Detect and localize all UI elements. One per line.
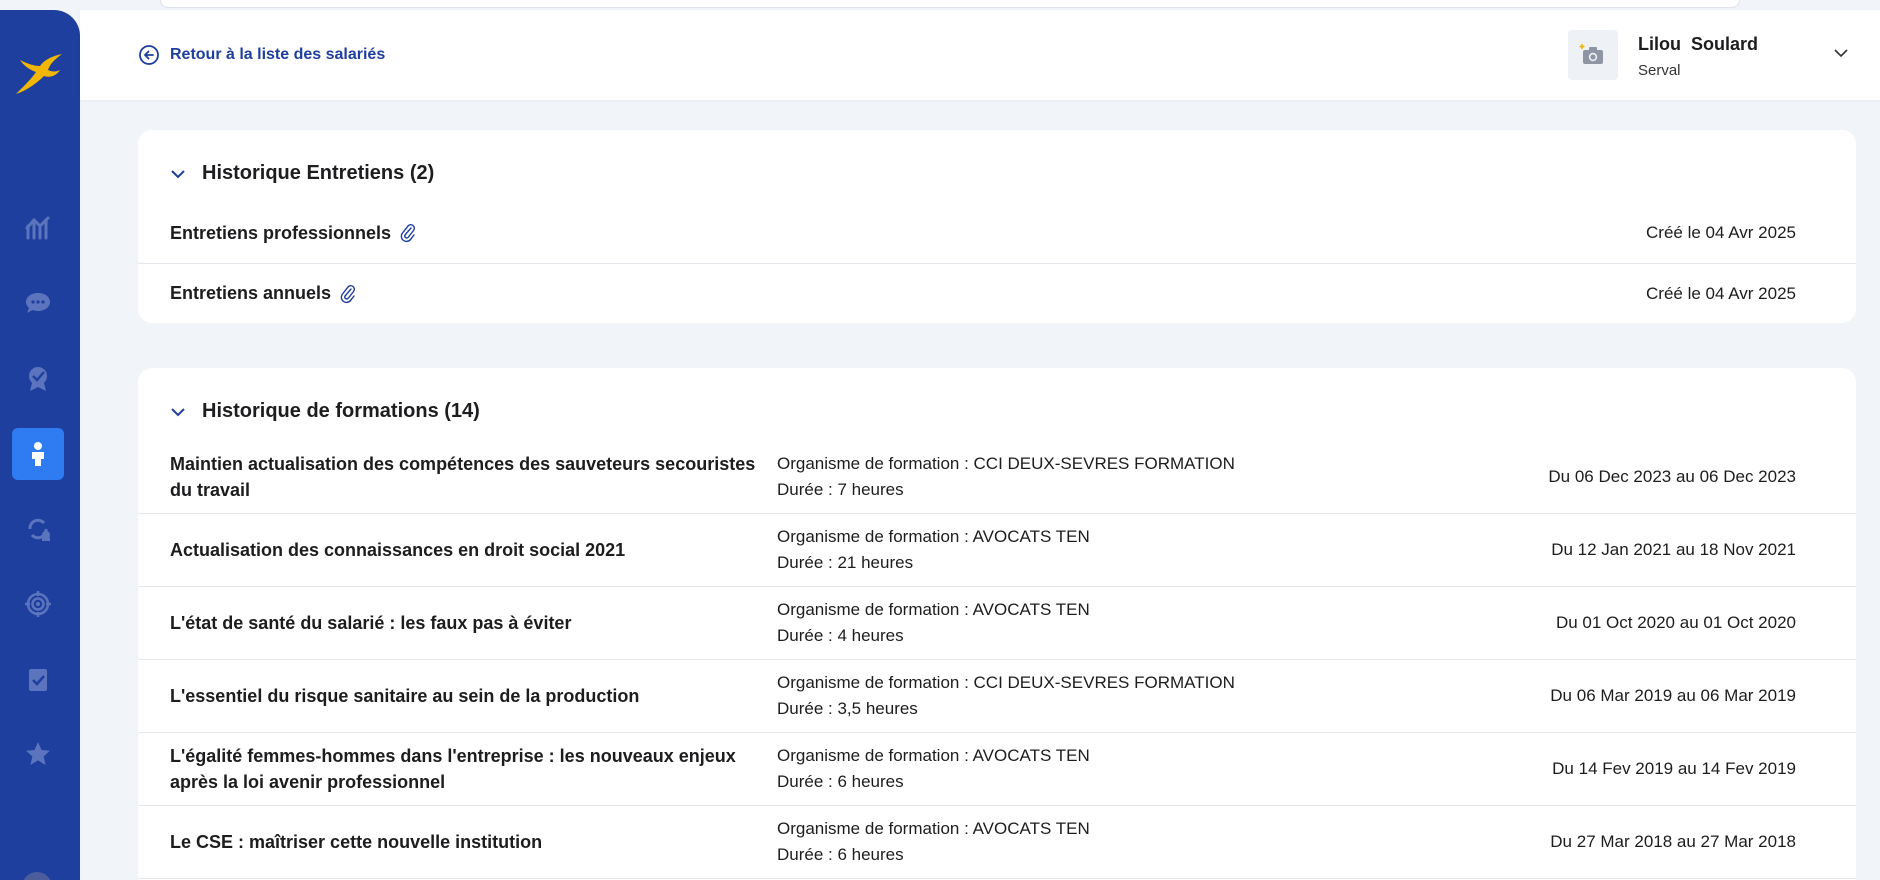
clipboard-check-icon — [29, 669, 47, 691]
chevron-down-icon — [171, 407, 185, 416]
user-name: Lilou Soulard — [1638, 34, 1758, 54]
sidebar-item-dashboard[interactable] — [12, 202, 64, 254]
interviews-history-toggle[interactable]: Historique Entretiens (2) — [168, 162, 434, 185]
sidebar-item-employees[interactable] — [12, 428, 64, 480]
interview-date: Créé le 04 Avr 2025 — [1646, 283, 1796, 303]
training-organisme: Organisme de formation : CCI DEUX-SEVRES… — [777, 454, 1235, 473]
page-header: Retour à la liste des salariés Lilou Sou… — [80, 10, 1880, 100]
training-duration: Durée : 21 heures — [777, 553, 914, 572]
chevron-down-icon — [171, 169, 185, 178]
training-organisme: Organisme de formation : AVOCATS TEN — [777, 746, 1090, 765]
sidebar-item-mobility[interactable] — [12, 503, 64, 555]
table-row[interactable]: L'égalité femmes-hommes dans l'entrepris… — [138, 733, 1856, 806]
table-row[interactable]: L'essentiel du risque sanitaire au sein … — [138, 660, 1856, 733]
paperclip-icon[interactable] — [399, 223, 417, 243]
training-title: Maintien actualisation des compétences d… — [170, 454, 756, 500]
trainings-history-title: Historique de formations (14) — [202, 400, 480, 422]
training-organisme: Organisme de formation : CCI DEUX-SEVRES… — [777, 673, 1235, 692]
list-item[interactable]: Entretiens professionnels Créé le 04 Avr… — [138, 203, 1856, 263]
training-dates: Du 06 Dec 2023 au 06 Dec 2023 — [1548, 467, 1796, 486]
training-duration: Durée : 4 heures — [777, 626, 904, 645]
training-dates: Du 06 Mar 2019 au 06 Mar 2019 — [1550, 686, 1796, 705]
sidebar-item-badges[interactable] — [12, 353, 64, 405]
user-company: Serval — [1638, 62, 1681, 79]
interviews-history-title: Historique Entretiens (2) — [202, 162, 435, 184]
sidebar-item-objectives[interactable] — [12, 578, 64, 630]
trainings-history-toggle[interactable]: Historique de formations (14) — [168, 400, 480, 423]
sidebar-item-messages[interactable] — [12, 277, 64, 329]
trainings-history-card: Historique de formations (14) Maintien a… — [138, 368, 1856, 880]
target-icon — [25, 591, 51, 617]
person-icon — [32, 442, 44, 466]
interview-title: Entretiens annuels — [170, 283, 332, 303]
paperclip-icon[interactable] — [339, 284, 357, 304]
arrow-left-circle-icon — [139, 45, 159, 65]
chevron-down-icon[interactable] — [1830, 42, 1852, 64]
help-icon[interactable] — [22, 872, 52, 880]
dashboard-chart-icon — [25, 216, 50, 240]
star-icon — [26, 742, 50, 765]
training-duration: Durée : 7 heures — [777, 480, 904, 499]
chat-bubble-icon — [26, 293, 50, 313]
training-title: L'égalité femmes-hommes dans l'entrepris… — [170, 746, 736, 792]
training-title: L'état de santé du salarié : les faux pa… — [170, 613, 572, 633]
table-row[interactable]: Le CSE : maîtriser cette nouvelle instit… — [138, 806, 1856, 879]
training-title: Le CSE : maîtriser cette nouvelle instit… — [170, 832, 543, 852]
sidebar-item-tasks[interactable] — [12, 653, 64, 705]
list-item[interactable]: Entretiens annuels Créé le 04 Avr 2025 — [138, 263, 1856, 323]
training-dates: Du 12 Jan 2021 au 18 Nov 2021 — [1551, 540, 1796, 559]
training-organisme: Organisme de formation : AVOCATS TEN — [777, 819, 1090, 838]
interviews-history-card: Historique Entretiens (2) Entretiens pro… — [138, 130, 1856, 323]
training-organisme: Organisme de formation : AVOCATS TEN — [777, 600, 1090, 619]
training-title: L'essentiel du risque sanitaire au sein … — [170, 686, 640, 706]
avatar[interactable] — [1568, 30, 1618, 80]
training-dates: Du 01 Oct 2020 au 01 Oct 2020 — [1555, 613, 1796, 632]
sidebar — [0, 10, 80, 880]
back-link-label: Retour à la liste des salariés — [170, 46, 386, 63]
training-organisme: Organisme de formation : AVOCATS TEN — [777, 527, 1090, 546]
interview-title: Entretiens professionnels — [170, 222, 392, 243]
back-to-employees-link[interactable]: Retour à la liste des salariés — [138, 44, 385, 66]
bird-logo-icon[interactable] — [12, 48, 66, 100]
training-dates: Du 27 Mar 2018 au 27 Mar 2018 — [1550, 832, 1796, 851]
top-scroll-strip — [160, 0, 1740, 8]
camera-add-icon — [1579, 44, 1603, 64]
training-duration: Durée : 3,5 heures — [777, 699, 918, 718]
training-title: Actualisation des connaissances en droit… — [170, 540, 626, 560]
refresh-people-icon — [28, 518, 50, 541]
table-row[interactable]: Maintien actualisation des compétences d… — [138, 441, 1856, 514]
user-menu[interactable]: Lilou Soulard Serval — [1568, 30, 1868, 82]
table-row[interactable]: Actualisation des connaissances en droit… — [138, 514, 1856, 587]
table-row[interactable]: L'état de santé du salarié : les faux pa… — [138, 587, 1856, 660]
training-duration: Durée : 6 heures — [777, 845, 904, 864]
badge-check-icon — [29, 367, 47, 391]
sidebar-item-favorites[interactable] — [12, 728, 64, 780]
training-dates: Du 14 Fev 2019 au 14 Fev 2019 — [1552, 759, 1796, 778]
interview-date: Créé le 04 Avr 2025 — [1646, 223, 1796, 242]
training-duration: Durée : 6 heures — [777, 772, 904, 791]
